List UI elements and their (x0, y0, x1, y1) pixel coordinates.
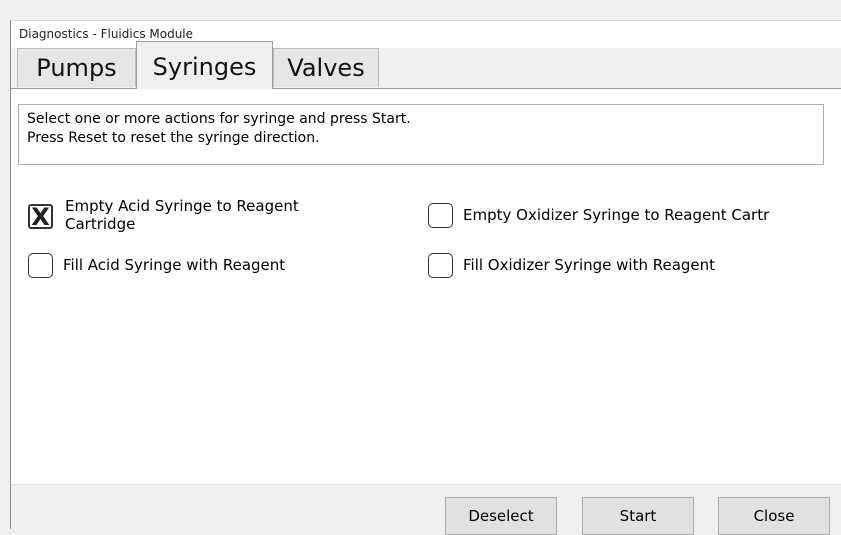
action-fill-oxidizer-syringe[interactable]: Fill Oxidizer Syringe with Reagent (428, 253, 715, 278)
action-label: Fill Oxidizer Syringe with Reagent (463, 256, 716, 274)
action-empty-acid-syringe[interactable]: X Empty Acid Syringe to Reagent Cartridg… (28, 197, 299, 233)
checkbox-unchecked[interactable] (428, 203, 453, 228)
close-button[interactable]: Close (718, 497, 830, 535)
action-label: Empty Oxidizer Syringe to Reagent Cartr (463, 206, 770, 224)
action-fill-acid-syringe[interactable]: Fill Acid Syringe with Reagent (28, 253, 285, 278)
action-label-line-2: Cartridge (65, 215, 136, 233)
start-button[interactable]: Start (582, 497, 694, 535)
window-title: Diagnostics - Fluidics Module (19, 27, 194, 41)
instruction-line-2: Press Reset to reset the syringe directi… (27, 130, 320, 146)
checkbox-unchecked[interactable] (428, 253, 453, 278)
tab-strip: Pumps Syringes Valves (11, 41, 841, 89)
deselect-button[interactable]: Deselect (445, 497, 557, 535)
action-label: Fill Acid Syringe with Reagent (63, 256, 286, 274)
tab-syringes[interactable]: Syringes (136, 41, 273, 89)
checkbox-unchecked[interactable] (28, 253, 53, 278)
tab-pumps[interactable]: Pumps (17, 48, 136, 87)
tab-valves[interactable]: Valves (273, 48, 379, 87)
checkbox-checked-x-icon[interactable]: X (28, 204, 53, 229)
action-empty-oxidizer-syringe[interactable]: Empty Oxidizer Syringe to Reagent Cartr (428, 203, 769, 228)
action-label-line-1: Empty Acid Syringe to Reagent (65, 197, 299, 215)
instructions-box: Select one or more actions for syringe a… (18, 104, 824, 165)
syringes-panel: Select one or more actions for syringe a… (11, 89, 841, 484)
diagnostics-window: Diagnostics - Fluidics Module Pumps Syri… (10, 20, 841, 535)
instruction-line-1: Select one or more actions for syringe a… (27, 111, 411, 127)
button-bar: Deselect Start Close (11, 484, 841, 535)
